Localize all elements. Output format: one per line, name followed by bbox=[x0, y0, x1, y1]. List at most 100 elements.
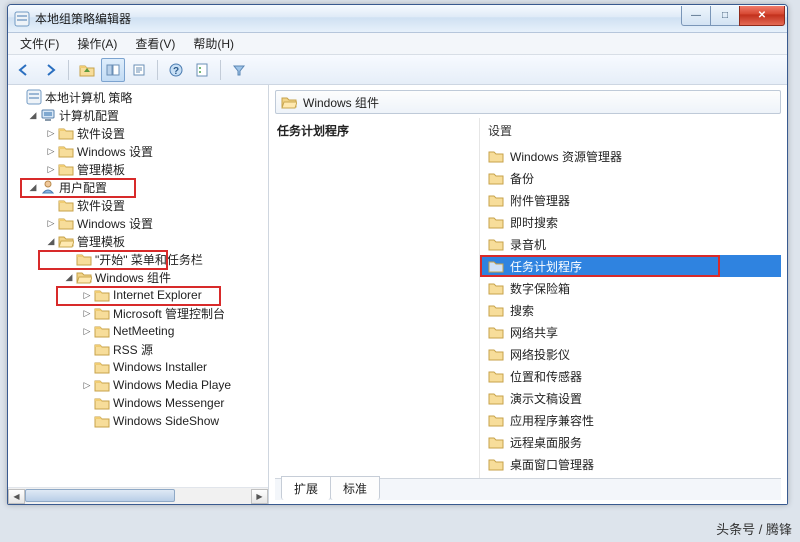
tree-uc-windows[interactable]: ▷ Windows 设置 bbox=[8, 214, 268, 232]
collapse-icon[interactable]: ◢ bbox=[62, 270, 76, 284]
scroll-thumb[interactable] bbox=[25, 489, 175, 502]
forward-button[interactable] bbox=[38, 58, 62, 82]
list-item[interactable]: 搜索 bbox=[480, 299, 781, 321]
list-item[interactable]: 桌面窗口管理器 bbox=[480, 453, 781, 475]
list-item[interactable]: 数字保险箱 bbox=[480, 277, 781, 299]
settings-list[interactable]: Windows 资源管理器备份附件管理器即时搜索录音机任务计划程序数字保险箱搜索… bbox=[480, 145, 781, 478]
list-item[interactable]: 应用程序兼容性 bbox=[480, 409, 781, 431]
folder-icon bbox=[488, 214, 504, 230]
gpedit-icon bbox=[26, 89, 42, 105]
list-item[interactable]: 网络投影仪 bbox=[480, 343, 781, 365]
tree-label: Windows SideShow bbox=[113, 414, 219, 428]
tree-root[interactable]: 本地计算机 策略 bbox=[8, 88, 268, 106]
list-item-label: 录音机 bbox=[510, 236, 546, 253]
horizontal-scrollbar[interactable]: ◀ ▶ bbox=[8, 487, 268, 504]
close-button[interactable]: ✕ bbox=[739, 6, 785, 26]
list-item[interactable]: 附件管理器 bbox=[480, 189, 781, 211]
export-button[interactable] bbox=[127, 58, 151, 82]
tree-uc-admin-tpl[interactable]: ◢ 管理模板 bbox=[8, 232, 268, 250]
toolbar-separator bbox=[220, 60, 221, 80]
tree-netmeeting[interactable]: ▷ NetMeeting bbox=[8, 322, 268, 340]
tree-uc-software[interactable]: 软件设置 bbox=[8, 196, 268, 214]
breadcrumb[interactable]: Windows 组件 bbox=[275, 90, 781, 114]
list-item[interactable]: 备份 bbox=[480, 167, 781, 189]
tree-messenger[interactable]: Windows Messenger bbox=[8, 394, 268, 412]
expand-icon[interactable] bbox=[44, 198, 58, 212]
list-item[interactable]: 位置和传感器 bbox=[480, 365, 781, 387]
minimize-button[interactable]: — bbox=[681, 6, 711, 26]
tree-label: Microsoft 管理控制台 bbox=[113, 305, 225, 322]
expand-icon[interactable] bbox=[80, 360, 94, 374]
help-button[interactable]: ? bbox=[164, 58, 188, 82]
expand-icon[interactable] bbox=[80, 414, 94, 428]
menu-view[interactable]: 查看(V) bbox=[127, 33, 183, 54]
list-item[interactable]: 远程桌面服务 bbox=[480, 431, 781, 453]
menu-file[interactable]: 文件(F) bbox=[12, 33, 67, 54]
list-item[interactable]: 录音机 bbox=[480, 233, 781, 255]
tree-ie[interactable]: ▷ Internet Explorer bbox=[8, 286, 268, 304]
tree-rss[interactable]: RSS 源 bbox=[8, 340, 268, 358]
folder-icon bbox=[58, 197, 74, 213]
folder-icon bbox=[488, 434, 504, 450]
collapse-icon[interactable]: ◢ bbox=[44, 234, 58, 248]
tree-cc-windows[interactable]: ▷ Windows 设置 bbox=[8, 142, 268, 160]
svg-text:?: ? bbox=[173, 66, 179, 77]
filter-button[interactable] bbox=[227, 58, 251, 82]
folder-icon bbox=[94, 395, 110, 411]
properties-button[interactable] bbox=[190, 58, 214, 82]
menu-help[interactable]: 帮助(H) bbox=[185, 33, 242, 54]
expand-icon[interactable]: ▷ bbox=[80, 306, 94, 320]
expand-icon[interactable]: ▷ bbox=[44, 162, 58, 176]
tree-windows-components[interactable]: ◢ Windows 组件 bbox=[8, 268, 268, 286]
tree-windows-installer[interactable]: Windows Installer bbox=[8, 358, 268, 376]
titlebar[interactable]: 本地组策略编辑器 — □ ✕ bbox=[8, 5, 787, 33]
tree[interactable]: 本地计算机 策略 ◢ 计算机配置 ▷ 软件设置 ▷ Windows 设置 bbox=[8, 85, 268, 487]
expand-icon[interactable]: ▷ bbox=[80, 324, 94, 338]
list-item[interactable]: 网络共享 bbox=[480, 321, 781, 343]
tree-label: 软件设置 bbox=[77, 125, 125, 142]
expand-icon[interactable]: ▷ bbox=[80, 378, 94, 392]
tree-start-menu[interactable]: "开始" 菜单和任务栏 bbox=[8, 250, 268, 268]
list-item[interactable]: 即时搜索 bbox=[480, 211, 781, 233]
folder-icon bbox=[58, 143, 74, 159]
tree-computer-config[interactable]: ◢ 计算机配置 bbox=[8, 106, 268, 124]
up-button[interactable] bbox=[75, 58, 99, 82]
show-tree-button[interactable] bbox=[101, 58, 125, 82]
tree-cc-admin-tpl[interactable]: ▷ 管理模板 bbox=[8, 160, 268, 178]
list-item[interactable]: 任务计划程序 bbox=[480, 255, 781, 277]
tree-label: Windows 组件 bbox=[95, 269, 171, 286]
collapse-icon[interactable] bbox=[12, 90, 26, 104]
back-button[interactable] bbox=[12, 58, 36, 82]
tree-cc-software[interactable]: ▷ 软件设置 bbox=[8, 124, 268, 142]
folder-icon bbox=[488, 192, 504, 208]
expand-icon[interactable]: ▷ bbox=[80, 288, 94, 302]
scroll-track[interactable] bbox=[25, 489, 251, 504]
maximize-button[interactable]: □ bbox=[710, 6, 740, 26]
tree-user-config[interactable]: ◢ 用户配置 bbox=[8, 178, 268, 196]
list-item-label: 网络共享 bbox=[510, 324, 558, 341]
menu-action[interactable]: 操作(A) bbox=[69, 33, 125, 54]
expand-icon[interactable]: ▷ bbox=[44, 126, 58, 140]
tree-wmp[interactable]: ▷ Windows Media Playe bbox=[8, 376, 268, 394]
expand-icon[interactable] bbox=[80, 342, 94, 356]
tree-label: 本地计算机 策略 bbox=[45, 89, 132, 106]
folder-icon bbox=[94, 377, 110, 393]
expand-icon[interactable]: ▷ bbox=[44, 144, 58, 158]
collapse-icon[interactable]: ◢ bbox=[26, 180, 40, 194]
scroll-right-button[interactable]: ▶ bbox=[251, 489, 268, 504]
tree-label: Windows Installer bbox=[113, 360, 207, 374]
expand-icon[interactable]: ▷ bbox=[44, 216, 58, 230]
folder-icon bbox=[488, 258, 504, 274]
expand-icon[interactable] bbox=[62, 252, 76, 266]
list-item[interactable]: 演示文稿设置 bbox=[480, 387, 781, 409]
body: 本地计算机 策略 ◢ 计算机配置 ▷ 软件设置 ▷ Windows 设置 bbox=[8, 85, 787, 504]
expand-icon[interactable] bbox=[80, 396, 94, 410]
scroll-left-button[interactable]: ◀ bbox=[8, 489, 25, 504]
tab-extended[interactable]: 扩展 bbox=[281, 476, 331, 500]
tab-standard[interactable]: 标准 bbox=[330, 476, 380, 500]
collapse-icon[interactable]: ◢ bbox=[26, 108, 40, 122]
tree-label: "开始" 菜单和任务栏 bbox=[95, 251, 203, 268]
tree-mmc[interactable]: ▷ Microsoft 管理控制台 bbox=[8, 304, 268, 322]
tree-sideshow[interactable]: Windows SideShow bbox=[8, 412, 268, 430]
list-item[interactable]: Windows 资源管理器 bbox=[480, 145, 781, 167]
